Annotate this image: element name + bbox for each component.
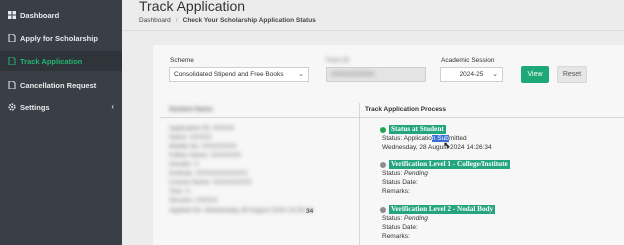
step-status: Status: Pending xyxy=(382,215,428,222)
gear-icon xyxy=(8,103,16,111)
sidebar-item-track[interactable]: Track Application xyxy=(0,51,122,71)
detail-row: Session: XXXXX xyxy=(169,197,218,204)
chevron-down-icon: ⌄ xyxy=(492,71,498,78)
document-icon xyxy=(8,81,16,89)
detail-row: Name: XXXXX xyxy=(169,134,212,141)
dashboard-icon xyxy=(8,11,16,19)
session-select-value: 2024-25 xyxy=(459,71,484,78)
detail-row: Course Name: XXXXXXXXX xyxy=(169,179,252,186)
step-remarks: Remarks: xyxy=(382,233,410,240)
detail-row: Father Name: XXXXXXX xyxy=(169,152,241,159)
document-icon xyxy=(8,57,16,65)
reset-button[interactable]: Reset xyxy=(557,66,587,83)
detail-row: Gender: X xyxy=(169,161,199,168)
chevron-down-icon: ⌄ xyxy=(298,71,304,78)
sidebar-item-label: Settings xyxy=(20,102,50,112)
sidebar-item-label: Cancellation Request xyxy=(20,80,97,90)
chevron-left-icon: ‹ xyxy=(111,102,114,111)
sidebar: Dashboard Apply for Scholarship Track Ap… xyxy=(0,0,122,245)
breadcrumb: Dashboard / Check Your Scholarship Appli… xyxy=(139,17,316,24)
session-label: Academic Session xyxy=(441,57,495,64)
detail-row: Year: X xyxy=(169,188,191,195)
detail-row: Institute: XXXXXXXXXXXX xyxy=(169,170,248,177)
view-button[interactable]: View xyxy=(521,66,549,83)
sidebar-item-label: Dashboard xyxy=(20,10,60,20)
form-id-label: Form ID xyxy=(326,57,350,64)
form-id-value: XXXXXXXXXX xyxy=(331,71,375,78)
header-divider xyxy=(122,30,624,31)
pending-dot-icon xyxy=(380,162,386,168)
step-remarks: Remarks: xyxy=(382,188,410,195)
step-status: Status: Application Submitted xyxy=(382,135,467,142)
session-select[interactable]: 2024-25 ⌄ xyxy=(440,67,503,82)
step-title: Verification Level 2 - Nodal Body xyxy=(389,205,496,214)
process-column-header: Track Application Process xyxy=(365,106,447,113)
step-status: Status: Pending xyxy=(382,170,428,177)
form-id-field[interactable]: XXXXXXXXXX xyxy=(326,67,426,82)
detail-trailing: 34 xyxy=(306,208,314,215)
detail-row: Mobile No: XXXXXXXX xyxy=(169,143,237,150)
sidebar-item-settings[interactable]: Settings ‹ xyxy=(0,97,122,117)
sidebar-item-apply[interactable]: Apply for Scholarship xyxy=(0,28,122,48)
detail-row: Application ID: XXXXX xyxy=(169,125,235,132)
sidebar-item-label: Apply for Scholarship xyxy=(20,33,98,43)
pending-dot-icon xyxy=(380,207,386,213)
scheme-label: Scheme xyxy=(170,57,194,64)
scheme-select-value: Consolidated Stipend and Free Books xyxy=(174,71,284,78)
scheme-select[interactable]: Consolidated Stipend and Free Books ⌄ xyxy=(169,67,309,82)
step-title: Status at Student xyxy=(389,125,446,134)
student-column-header: Student Name xyxy=(169,106,213,113)
document-icon xyxy=(8,34,16,42)
sidebar-item-dashboard[interactable]: Dashboard xyxy=(0,5,122,25)
detail-row: Applied On: Wednesday 28 August 2024 14:… xyxy=(169,207,314,214)
sidebar-item-label: Track Application xyxy=(20,56,83,66)
breadcrumb-separator: / xyxy=(175,17,178,24)
breadcrumb-home[interactable]: Dashboard xyxy=(139,17,171,24)
check-icon xyxy=(380,124,386,133)
step-date: Status Date: xyxy=(382,224,418,231)
sidebar-item-cancellation[interactable]: Cancellation Request xyxy=(0,75,122,95)
column-divider xyxy=(359,103,360,245)
page-title: Track Application xyxy=(139,0,246,14)
step-date: Wednesday, 28 August 2024 14:26:34 xyxy=(382,144,492,151)
step-date: Status Date: xyxy=(382,179,418,186)
breadcrumb-current: Check Your Scholarship Application Statu… xyxy=(182,17,316,24)
cursor-icon: ⬉ xyxy=(443,140,451,150)
step-title: Verification Level 1 - College/Institute xyxy=(389,160,510,169)
